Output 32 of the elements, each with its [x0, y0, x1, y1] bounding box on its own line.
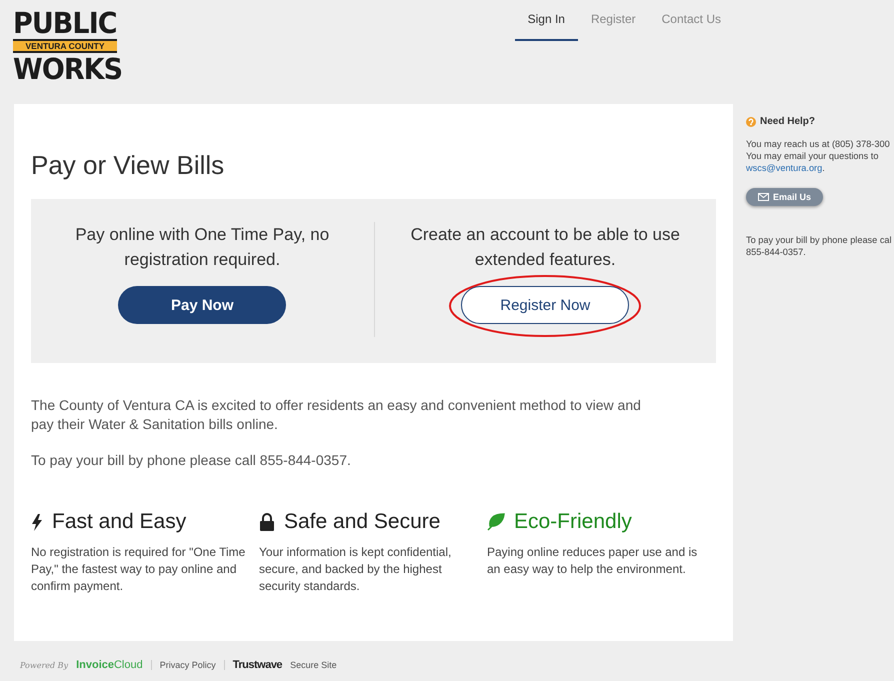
feature-text: No registration is required for "One Time Pay," the fastest way to pay online and confirm payment.: [31, 544, 246, 595]
privacy-link[interactable]: Privacy Policy: [160, 660, 216, 670]
help-text: 855-844-0357.: [746, 246, 807, 258]
feature-title: Fast and Easy: [52, 510, 186, 534]
feature-title: Eco-Friendly: [514, 510, 632, 534]
period-text: .: [822, 163, 825, 173]
trustwave-logo: Trustwave: [232, 659, 282, 671]
intro-text: The County of Ventura CA is excited to offer residents an easy and convenient method to view and pay their Water & Sanitation bills online.: [31, 396, 642, 434]
register-button[interactable]: Register Now: [461, 286, 630, 324]
leaf-icon: [487, 513, 505, 531]
pay-now-button[interactable]: Pay Now: [118, 286, 286, 324]
help-text: To pay your bill by phone please cal: [746, 234, 893, 246]
lock-icon: [259, 513, 275, 531]
email-link[interactable]: wscs@ventura.org: [746, 163, 822, 173]
lightning-icon: [31, 514, 43, 530]
feature-title: Safe and Secure: [284, 510, 440, 534]
mail-icon: [758, 193, 769, 201]
help-text: You may email your questions to: [746, 150, 880, 162]
help-text: You may reach us at (805) 378-300: [746, 138, 891, 150]
option-text: Create an account to be able to use extended features.: [410, 224, 681, 271]
help-icon: [746, 116, 756, 126]
powered-by-text: Powered By: [20, 660, 68, 670]
feature-text: Your information is kept confidential, secure, and backed by the highest security standards.: [259, 544, 452, 595]
feature-text: Paying online reduces paper use and is an easy way to help the environment.: [487, 544, 698, 578]
nav-tab[interactable]: Sign In: [514, 0, 578, 41]
help-title: Need Help?: [760, 116, 816, 127]
option-text: Pay online with One Time Pay, no registration required.: [74, 224, 330, 271]
page-title: Pay or View Bills: [31, 150, 226, 181]
invoicecloud-logo: InvoiceCloud: [76, 659, 143, 671]
secure-site-text: Secure Site: [290, 660, 337, 670]
phone-text: To pay your bill by phone please call 855-844-0357.: [31, 452, 352, 468]
email-button[interactable]: Email Us: [746, 188, 824, 206]
